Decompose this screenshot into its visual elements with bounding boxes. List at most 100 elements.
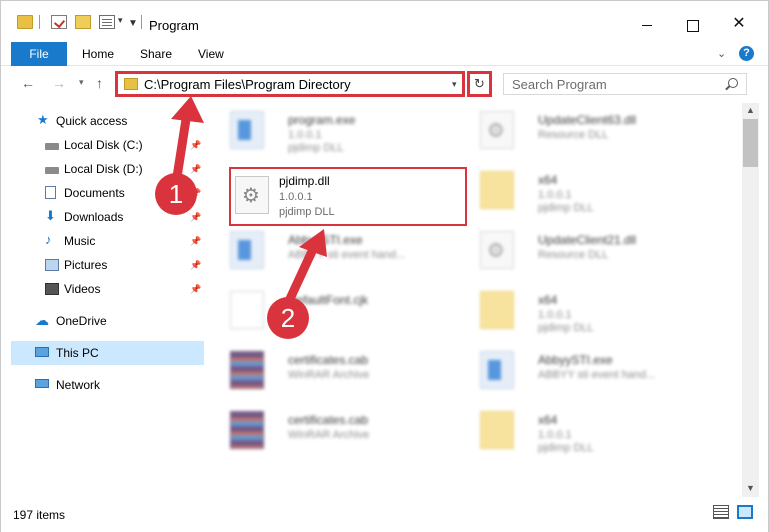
tab-share[interactable]: Share xyxy=(140,42,172,66)
properties-icon[interactable] xyxy=(51,15,67,29)
status-bar: 197 items xyxy=(1,499,768,532)
file-item-pjdimp-dll[interactable]: pjdimp.dll 1.0.0.1 pjdimp DLL xyxy=(229,167,467,226)
sidebar-item-label: Downloads xyxy=(64,210,124,224)
chevron-down-icon[interactable]: ▾ xyxy=(118,15,123,26)
file-item[interactable]: UpdateClient21.dll Resource DLL xyxy=(458,223,698,277)
sidebar-item-label: OneDrive xyxy=(56,314,107,328)
sidebar-item-local-disk-c[interactable]: Local Disk (C:) 📌 xyxy=(11,133,204,157)
refresh-button[interactable]: ↻ xyxy=(467,71,492,97)
navigation-bar: ← → ▾ ↑ C:\Program Files\Program Directo… xyxy=(1,67,768,101)
pin-icon[interactable]: 📌 xyxy=(190,157,201,181)
address-bar[interactable]: C:\Program Files\Program Directory ▾ xyxy=(115,71,465,97)
file-item[interactable]: certificates.cab WinRAR Archive xyxy=(208,403,448,457)
sidebar-item-network[interactable]: Network xyxy=(11,373,204,397)
exe-file-icon xyxy=(230,231,264,269)
pin-icon[interactable]: 📌 xyxy=(190,277,201,301)
file-description: Resource DLL xyxy=(538,129,609,141)
sidebar-item-label: Network xyxy=(56,378,101,392)
search-input[interactable]: Search Program xyxy=(512,77,607,92)
cab-file-icon xyxy=(230,411,264,449)
details-view-icon[interactable] xyxy=(713,505,729,519)
pin-icon[interactable]: 📌 xyxy=(190,253,201,277)
recent-locations-icon[interactable]: ▾ xyxy=(79,77,84,88)
toolbar-divider xyxy=(39,15,40,29)
sidebar-item-music[interactable]: ♪ Music 📌 xyxy=(11,229,204,253)
documents-icon xyxy=(45,186,56,199)
file-description: WinRAR Archive xyxy=(288,429,370,441)
step-1-marker: 1 xyxy=(155,173,197,215)
file-name: x64 xyxy=(538,413,558,427)
folder-file-icon xyxy=(480,171,514,209)
tab-home[interactable]: Home xyxy=(82,42,114,66)
sidebar-item-pictures[interactable]: Pictures 📌 xyxy=(11,253,204,277)
folder-file-icon xyxy=(480,411,514,449)
step-2-marker: 2 xyxy=(267,297,309,339)
sidebar-item-label: Local Disk (D:) xyxy=(64,162,143,176)
pc-icon xyxy=(35,347,49,357)
folder-file-icon xyxy=(480,291,514,329)
chevron-down-icon[interactable]: ▾ xyxy=(452,79,457,90)
file-item[interactable]: x64 1.0.0.1 pjdimp DLL xyxy=(458,403,698,457)
sidebar-item-label: Documents xyxy=(64,186,125,200)
file-name: program.exe xyxy=(288,113,356,127)
file-name: pjdimp.dll xyxy=(279,174,330,188)
scroll-up-icon[interactable]: ▲ xyxy=(746,105,755,115)
maximize-button[interactable] xyxy=(670,9,716,39)
ribbon-tabs: File Home Share View ⌄ ? xyxy=(1,42,768,66)
gear-file-icon xyxy=(480,111,514,149)
file-item[interactable]: certificates.cab WinRAR Archive xyxy=(208,343,448,397)
back-arrow-icon[interactable]: ← xyxy=(21,75,35,91)
sidebar-item-quick-access[interactable]: ★ Quick access xyxy=(11,109,204,133)
file-item[interactable]: AbbyySTI.exe ABBYY sti event hand... xyxy=(208,223,448,277)
gear-file-icon xyxy=(235,176,269,214)
vertical-scrollbar[interactable]: ▲ ▼ xyxy=(742,103,759,497)
file-description: Resource DLL xyxy=(538,249,609,261)
sidebar-item-onedrive[interactable]: ☁ OneDrive xyxy=(11,309,204,333)
disk-icon xyxy=(45,167,59,174)
file-version: 1.0.0.1 xyxy=(279,191,313,203)
search-box[interactable]: Search Program xyxy=(503,73,747,95)
file-name: x64 xyxy=(538,173,558,187)
file-description: WinRAR Archive xyxy=(288,369,370,381)
expand-ribbon-icon[interactable]: ⌄ xyxy=(717,47,726,60)
file-item[interactable]: DefaultFont.cjk xyxy=(208,283,448,337)
file-item[interactable]: UpdateClient63.dll Resource DLL xyxy=(458,103,698,157)
pictures-icon xyxy=(45,259,59,271)
file-name: AbbyySTI.exe xyxy=(538,353,613,367)
file-description: pjdimp DLL xyxy=(538,442,594,454)
pin-icon[interactable]: 📌 xyxy=(190,229,201,253)
pin-icon[interactable]: 📌 xyxy=(190,205,201,229)
up-arrow-icon[interactable]: ↑ xyxy=(96,75,103,91)
file-item[interactable]: program.exe 1.0.0.1 pjdimp DLL xyxy=(208,103,448,157)
address-path[interactable]: C:\Program Files\Program Directory xyxy=(144,77,351,92)
sidebar-item-videos[interactable]: Videos 📌 xyxy=(11,277,204,301)
file-item[interactable]: x64 1.0.0.1 pjdimp DLL xyxy=(458,283,698,337)
scroll-thumb[interactable] xyxy=(743,119,758,167)
file-version: 1.0.0.1 xyxy=(538,429,572,441)
sidebar-item-label: This PC xyxy=(56,346,99,360)
scroll-down-icon[interactable]: ▼ xyxy=(746,483,755,493)
forward-arrow-icon[interactable]: → xyxy=(52,75,66,91)
tiles-view-icon[interactable] xyxy=(737,505,753,519)
file-description: pjdimp DLL xyxy=(538,202,594,214)
sidebar-item-this-pc[interactable]: This PC xyxy=(11,341,204,365)
file-item[interactable]: x64 1.0.0.1 pjdimp DLL xyxy=(458,163,698,217)
tab-file[interactable]: File xyxy=(11,42,67,66)
pin-icon[interactable]: 📌 xyxy=(190,133,201,157)
tab-view[interactable]: View xyxy=(198,42,224,66)
view-options-icon[interactable] xyxy=(99,15,115,29)
close-button[interactable]: ✕ xyxy=(716,9,762,39)
folder-icon[interactable] xyxy=(17,15,33,29)
file-name: AbbyySTI.exe xyxy=(288,233,363,247)
customize-toolbar-icon[interactable]: ▼ xyxy=(128,18,138,29)
file-item[interactable]: AbbyySTI.exe ABBYY sti event hand... xyxy=(458,343,698,397)
new-folder-icon[interactable] xyxy=(75,15,91,29)
search-icon[interactable] xyxy=(728,78,738,88)
file-description: pjdimp DLL xyxy=(288,142,344,154)
sidebar-item-label: Quick access xyxy=(56,114,128,128)
help-icon[interactable]: ? xyxy=(739,46,754,61)
minimize-button[interactable] xyxy=(624,9,670,39)
file-name: x64 xyxy=(538,293,558,307)
file-description: pjdimp DLL xyxy=(279,206,335,218)
star-icon: ★ xyxy=(37,112,49,127)
